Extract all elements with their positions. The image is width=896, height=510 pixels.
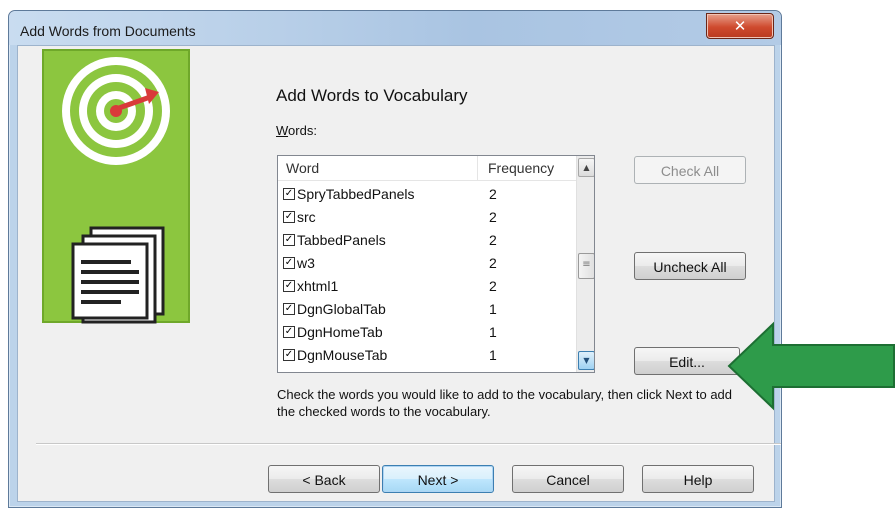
wizard-illustration bbox=[42, 49, 190, 324]
close-button[interactable]: ✕ bbox=[706, 13, 774, 39]
list-item[interactable]: ✓ DgnGlobalTab 1 bbox=[278, 299, 576, 322]
word-checkbox[interactable]: ✓ bbox=[283, 280, 295, 292]
list-item[interactable]: ✓ src 2 bbox=[278, 207, 576, 230]
frequency-text: 2 bbox=[489, 255, 497, 271]
list-item-partial[interactable]: ✓ 1 bbox=[278, 368, 576, 373]
instructions-text: Check the words you would like to add to… bbox=[277, 387, 733, 419]
word-text: xhtml1 bbox=[297, 278, 339, 294]
list-item[interactable]: ✓ DgnMouseTab 1 bbox=[278, 345, 576, 368]
uncheck-all-button[interactable]: Uncheck All bbox=[634, 252, 746, 280]
word-text: w3 bbox=[297, 255, 315, 271]
word-text: src bbox=[297, 209, 316, 225]
title-bar[interactable]: Add Words from Documents ✕ bbox=[9, 11, 781, 45]
list-header: Word Frequency bbox=[278, 156, 576, 181]
close-icon: ✕ bbox=[733, 17, 747, 35]
word-text: DgnGlobalTab bbox=[297, 301, 386, 317]
target-icon bbox=[62, 57, 170, 165]
edit-button[interactable]: Edit... bbox=[634, 347, 740, 375]
word-checkbox[interactable]: ✓ bbox=[283, 372, 295, 373]
list-item[interactable]: ✓ TabbedPanels 2 bbox=[278, 230, 576, 253]
green-arrow-icon bbox=[727, 321, 895, 411]
next-button[interactable]: Next > bbox=[382, 465, 494, 493]
word-text: DgnHomeTab bbox=[297, 324, 383, 340]
word-checkbox[interactable]: ✓ bbox=[283, 303, 295, 315]
bottom-divider-highlight bbox=[36, 444, 781, 445]
column-header-frequency[interactable]: Frequency bbox=[488, 160, 554, 176]
scroll-thumb[interactable]: ≡ bbox=[578, 253, 594, 279]
word-text: TabbedPanels bbox=[297, 232, 386, 248]
frequency-text: 1 bbox=[489, 301, 497, 317]
frequency-text: 1 bbox=[489, 347, 497, 363]
scroll-up-arrow-icon[interactable]: ▲ bbox=[578, 158, 594, 177]
word-checkbox[interactable]: ✓ bbox=[283, 211, 295, 223]
list-item[interactable]: ✓ DgnHomeTab 1 bbox=[278, 322, 576, 345]
list-item[interactable]: ✓ SpryTabbedPanels 2 bbox=[278, 184, 576, 207]
word-text: SpryTabbedPanels bbox=[297, 186, 415, 202]
documents-icon bbox=[71, 226, 165, 324]
cancel-button[interactable]: Cancel bbox=[512, 465, 624, 493]
check-all-button[interactable]: Check All bbox=[634, 156, 746, 184]
frequency-text: 2 bbox=[489, 186, 497, 202]
page-heading: Add Words to Vocabulary bbox=[276, 86, 468, 105]
word-text: DgnMouseTab bbox=[297, 347, 388, 363]
frequency-text: 2 bbox=[489, 232, 497, 248]
word-checkbox[interactable]: ✓ bbox=[283, 326, 295, 338]
word-checkbox[interactable]: ✓ bbox=[283, 234, 295, 246]
words-label-rest: ords: bbox=[288, 123, 317, 138]
column-header-word[interactable]: Word bbox=[286, 160, 319, 176]
back-button[interactable]: < Back bbox=[268, 465, 380, 493]
frequency-text: 2 bbox=[489, 209, 497, 225]
scroll-down-arrow-icon[interactable]: ▼ bbox=[578, 351, 594, 370]
words-label: Words: bbox=[276, 123, 317, 138]
list-item[interactable]: ✓ w3 2 bbox=[278, 253, 576, 276]
word-checkbox[interactable]: ✓ bbox=[283, 257, 295, 269]
list-item[interactable]: ✓ xhtml1 2 bbox=[278, 276, 576, 299]
list-vertical-scrollbar[interactable]: ▲ ≡ ▼ bbox=[576, 156, 594, 372]
frequency-text: 1 bbox=[489, 324, 497, 340]
frequency-text: 2 bbox=[489, 278, 497, 294]
words-label-mnemonic: W bbox=[276, 123, 289, 138]
word-checkbox[interactable]: ✓ bbox=[283, 188, 295, 200]
window-title: Add Words from Documents bbox=[20, 23, 196, 39]
frequency-text: 1 bbox=[489, 370, 497, 372]
word-checkbox[interactable]: ✓ bbox=[283, 349, 295, 361]
words-list[interactable]: Word Frequency ✓ SpryTabbedPanels 2 ✓ sr… bbox=[277, 155, 595, 373]
help-button[interactable]: Help bbox=[642, 465, 754, 493]
